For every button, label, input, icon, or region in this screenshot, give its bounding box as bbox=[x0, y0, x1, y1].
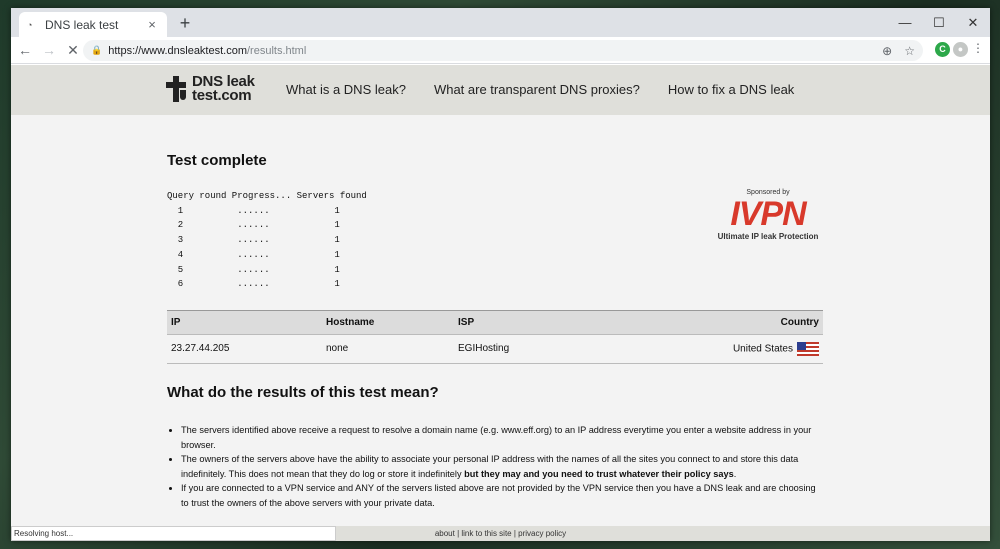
col-country: Country bbox=[596, 309, 823, 335]
query-row: 4 ...... 1 bbox=[167, 249, 340, 260]
ivpn-logo: IVPN bbox=[730, 195, 806, 233]
zoom-icon[interactable]: ⊕ bbox=[882, 44, 892, 58]
country-cell: United States bbox=[596, 334, 823, 364]
status-bar: Resolving host... bbox=[11, 526, 336, 541]
tab-title: DNS leak test bbox=[45, 17, 119, 32]
col-ip: IP bbox=[167, 309, 322, 335]
sponsor-ad[interactable]: Sponsored by IVPN Ultimate IP leak Prote… bbox=[713, 189, 823, 241]
query-row: 5 ...... 1 bbox=[167, 264, 340, 275]
account-avatar-icon[interactable]: ● bbox=[953, 42, 968, 57]
web-page: DNS leak test.com What is a DNS leak? Wh… bbox=[11, 65, 990, 541]
site-header: DNS leak test.com What is a DNS leak? Wh… bbox=[11, 65, 990, 115]
back-button[interactable]: ← bbox=[15, 42, 35, 58]
url-path: /results.html bbox=[247, 44, 307, 57]
window-controls: — ☐ ✕ bbox=[888, 8, 990, 37]
results-header-row: IP Hostname ISP Country bbox=[167, 309, 823, 335]
list-item: The servers identified above receive a r… bbox=[181, 423, 823, 452]
site-nav: What is a DNS leak? What are transparent… bbox=[286, 82, 794, 97]
results-table: IP Hostname ISP Country 23.27.44.205 non… bbox=[167, 309, 823, 364]
isp-cell: EGIHosting bbox=[454, 334, 597, 364]
browser-toolbar: ← → ✕ 🔒 https://www.dnsleaktest.com/resu… bbox=[11, 37, 990, 64]
tab-dns-leak-test[interactable]: ◔ DNS leak test × bbox=[19, 12, 167, 37]
footer-about-link[interactable]: about bbox=[435, 529, 455, 538]
tab-close-icon[interactable]: × bbox=[145, 17, 159, 32]
loading-favicon-icon: ◔ bbox=[27, 19, 33, 30]
main-content: Test complete Query round Progress... Se… bbox=[167, 115, 823, 510]
item2-end: . bbox=[733, 468, 737, 479]
new-tab-button[interactable]: + bbox=[175, 13, 195, 34]
table-row: 23.27.44.205 none EGIHosting United Stat… bbox=[167, 334, 823, 364]
nav-link-what-is-dns-leak[interactable]: What is a DNS leak? bbox=[286, 82, 406, 97]
hostname-cell: none bbox=[322, 334, 454, 364]
address-bar[interactable]: 🔒 https://www.dnsleaktest.com/results.ht… bbox=[83, 40, 923, 61]
tab-strip: ◔ DNS leak test × + — ☐ ✕ bbox=[11, 8, 990, 37]
lock-icon[interactable]: 🔒 bbox=[91, 45, 102, 56]
tap-logo-icon bbox=[164, 76, 188, 102]
ip-cell: 23.27.44.205 bbox=[167, 334, 322, 364]
query-row: 6 ...... 1 bbox=[167, 279, 340, 290]
footer-link-to-site[interactable]: link to this site bbox=[461, 529, 511, 538]
maximize-button[interactable]: ☐ bbox=[922, 8, 956, 37]
browser-window: ◔ DNS leak test × + — ☐ ✕ ← → ✕ 🔒 https:… bbox=[11, 8, 990, 541]
item2-bold-text: but they may and you need to trust whate… bbox=[464, 468, 734, 479]
bookmark-star-icon[interactable]: ☆ bbox=[904, 44, 915, 58]
site-logo[interactable]: DNS leak test.com bbox=[164, 74, 255, 104]
minimize-button[interactable]: — bbox=[888, 8, 922, 37]
close-window-button[interactable]: ✕ bbox=[956, 8, 990, 37]
url-host: https://www.dnsleaktest.com bbox=[108, 44, 247, 57]
footer-privacy-link[interactable]: privacy policy bbox=[518, 529, 566, 538]
stop-loading-button[interactable]: ✕ bbox=[63, 42, 83, 59]
nav-link-transparent-dns-proxies[interactable]: What are transparent DNS proxies? bbox=[434, 82, 640, 97]
country-name: United States bbox=[732, 343, 793, 355]
us-flag-icon bbox=[797, 341, 819, 356]
forward-button[interactable]: → bbox=[39, 42, 59, 58]
list-item: If you are connected to a VPN service an… bbox=[181, 481, 823, 510]
list-item: The owners of the servers above have the… bbox=[181, 452, 823, 481]
col-isp: ISP bbox=[454, 309, 597, 335]
explain-heading: What do the results of this test mean? bbox=[167, 383, 439, 401]
col-hostname: Hostname bbox=[322, 309, 454, 335]
sponsor-tagline: Ultimate IP leak Protection bbox=[717, 232, 819, 241]
browser-menu-icon[interactable]: ⋮ bbox=[972, 41, 984, 55]
logo-line-2: test.com bbox=[192, 87, 252, 104]
explain-list: The servers identified above receive a r… bbox=[167, 423, 823, 511]
page-title: Test complete bbox=[167, 152, 267, 169]
nav-link-how-to-fix[interactable]: How to fix a DNS leak bbox=[668, 82, 794, 97]
extension-icon[interactable]: C bbox=[935, 42, 950, 57]
